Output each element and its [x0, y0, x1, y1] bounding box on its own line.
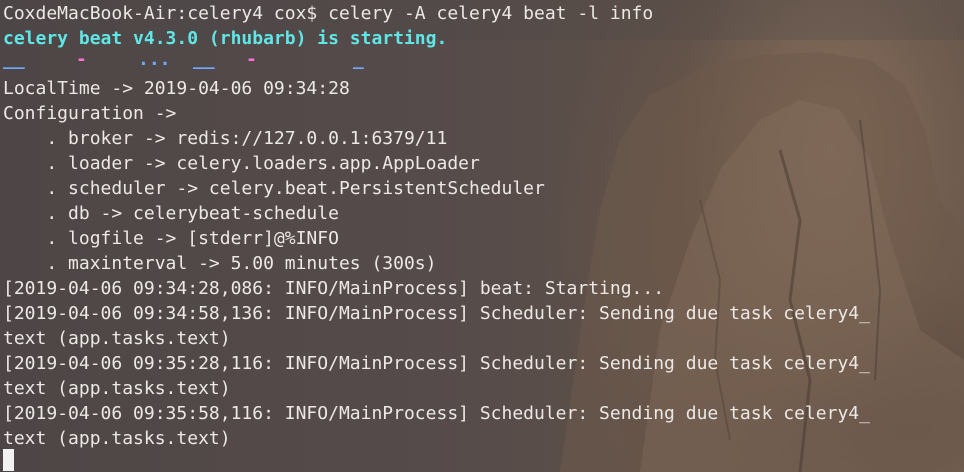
banner-segment: -	[76, 49, 87, 70]
output-line: . broker -> redis://127.0.0.1:6379/11	[3, 128, 448, 149]
command-prompt-line: CoxdeMacBook-Air:celery4 cox$ celery -A …	[3, 3, 654, 24]
ascii-banner: __ - ... __ - _	[3, 51, 963, 76]
banner-segment: -	[246, 49, 257, 70]
log-line: [2019-04-06 09:35:58,116: INFO/MainProce…	[3, 403, 870, 424]
log-line: [2019-04-06 09:34:28,086: INFO/MainProce…	[3, 278, 665, 299]
output-line: . scheduler -> celery.beat.PersistentSch…	[3, 178, 545, 199]
output-line: . logfile -> [stderr]@%INFO	[3, 228, 339, 249]
banner-segment: ...	[138, 49, 171, 70]
text-cursor	[3, 449, 14, 471]
log-line: text (app.tasks.text)	[3, 328, 231, 349]
banner-segment: _	[353, 49, 364, 70]
output-line: . maxinterval -> 5.00 minutes (300s)	[3, 253, 437, 274]
output-line: . loader -> celery.loaders.app.AppLoader	[3, 153, 480, 174]
terminal-window[interactable]: CoxdeMacBook-Air:celery4 cox$ celery -A …	[0, 0, 964, 472]
log-line: [2019-04-06 09:34:58,136: INFO/MainProce…	[3, 303, 870, 324]
beat-starting-line: celery beat v4.3.0 (rhubarb) is starting…	[3, 28, 448, 49]
log-line: text (app.tasks.text)	[3, 428, 231, 449]
output-line: . db -> celerybeat-schedule	[3, 203, 339, 224]
banner-segment: __	[193, 49, 215, 70]
output-line: Configuration ->	[3, 103, 177, 124]
banner-segment: __	[3, 49, 25, 70]
log-line: [2019-04-06 09:35:28,116: INFO/MainProce…	[3, 353, 870, 374]
log-line: text (app.tasks.text)	[3, 378, 231, 399]
terminal-output[interactable]: CoxdeMacBook-Air:celery4 cox$ celery -A …	[3, 1, 963, 451]
output-line: LocalTime -> 2019-04-06 09:34:28	[3, 78, 350, 99]
